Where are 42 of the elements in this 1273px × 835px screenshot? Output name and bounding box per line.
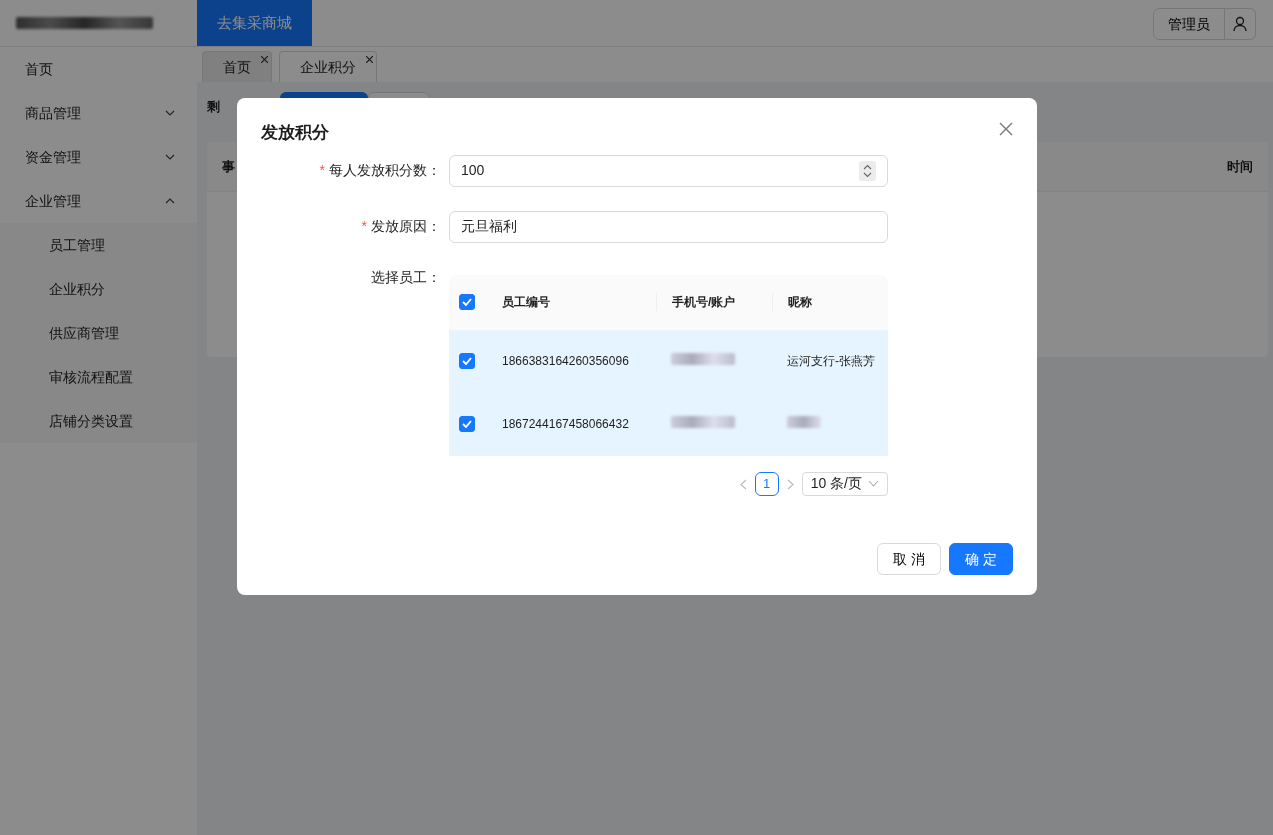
page-number[interactable]: 1: [754, 471, 779, 496]
field-label: 选择员工：: [370, 267, 442, 287]
blurred-text: [671, 352, 735, 365]
checkmark-icon: [462, 419, 472, 428]
sidebar-subitem[interactable]: 供应商管理: [0, 311, 197, 355]
page-tab[interactable]: 企业积分: [279, 51, 377, 82]
sidebar-subitem[interactable]: 店铺分类设置: [0, 399, 197, 443]
sidebar-subitem[interactable]: 员工管理: [0, 223, 197, 267]
balance-label: 剩: [207, 98, 220, 117]
field-label: * 每人发放积分数：: [318, 161, 442, 180]
page-tab[interactable]: 首页: [202, 51, 272, 82]
checkmark-icon: [462, 298, 472, 306]
blurred-text: [787, 415, 821, 428]
checkbox[interactable]: [459, 415, 475, 432]
input-field[interactable]: 元旦福利: [449, 210, 888, 243]
checkmark-icon: [462, 356, 472, 365]
cancel-button[interactable]: 取 消: [877, 543, 942, 575]
page-size-select[interactable]: 10 条/页: [801, 471, 888, 496]
dialog-title: 发放积分: [261, 122, 329, 144]
checkbox[interactable]: [459, 294, 475, 310]
column-header: 事: [222, 157, 235, 176]
blurred-text: [671, 415, 735, 428]
sidebar-subitem[interactable]: 审核流程配置: [0, 355, 197, 399]
number-input[interactable]: 100: [449, 154, 888, 187]
sidebar-item[interactable]: 首页: [0, 47, 197, 91]
table-cell: 运河支行-张燕芳: [787, 353, 875, 368]
table-cell: 1867244167458066432: [502, 416, 629, 431]
chevron-icon[interactable]: [868, 480, 879, 487]
checkbox[interactable]: [459, 352, 475, 369]
sidebar-item[interactable]: 企业管理: [0, 179, 197, 223]
column-header: 手机号/账户: [672, 295, 736, 309]
sidebar-item[interactable]: 资金管理: [0, 135, 197, 179]
table-cell: 1866383164260356096: [502, 353, 629, 368]
column-header: 员工编号: [502, 295, 550, 309]
field-label: * 发放原因：: [360, 217, 442, 236]
mall-button[interactable]: 去集采商城: [197, 0, 312, 46]
stepper-icon[interactable]: [859, 160, 876, 181]
sidebar-item[interactable]: 商品管理: [0, 91, 197, 135]
confirm-button[interactable]: 确 定: [949, 543, 1013, 575]
column-header: 昵称: [788, 295, 812, 309]
column-header: 时间: [1227, 157, 1253, 176]
sidebar-subitem[interactable]: 企业积分: [0, 267, 197, 311]
